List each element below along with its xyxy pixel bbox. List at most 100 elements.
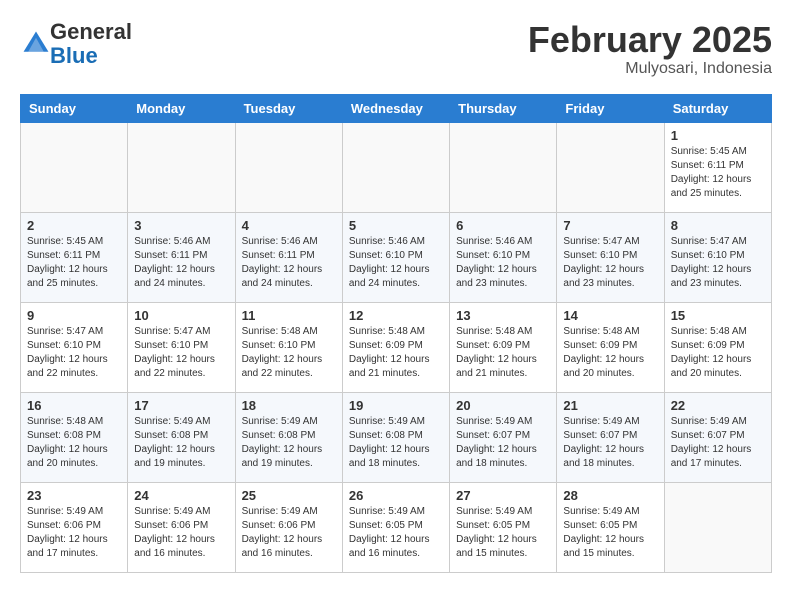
calendar-cell: 28 Sunrise: 5:49 AM Sunset: 6:05 PM Dayli… <box>557 482 664 572</box>
logo-blue-text: Blue <box>50 43 98 68</box>
day-info: Sunrise: 5:49 AM Sunset: 6:07 PM Dayligh… <box>456 415 550 471</box>
day-info: Sunrise: 5:47 AM Sunset: 6:10 PM Dayligh… <box>27 325 121 381</box>
day-info: Sunrise: 5:49 AM Sunset: 6:05 PM Dayligh… <box>349 505 443 561</box>
day-info: Sunrise: 5:49 AM Sunset: 6:08 PM Dayligh… <box>349 415 443 471</box>
month-title: February 2025 <box>528 20 772 60</box>
day-info: Sunrise: 5:48 AM Sunset: 6:09 PM Dayligh… <box>456 325 550 381</box>
day-info: Sunrise: 5:46 AM Sunset: 6:11 PM Dayligh… <box>134 235 228 291</box>
calendar-header-row: SundayMondayTuesdayWednesdayThursdayFrid… <box>21 94 772 122</box>
day-info: Sunrise: 5:48 AM Sunset: 6:09 PM Dayligh… <box>563 325 657 381</box>
day-info: Sunrise: 5:49 AM Sunset: 6:06 PM Dayligh… <box>242 505 336 561</box>
day-number: 23 <box>27 488 121 503</box>
day-number: 10 <box>134 308 228 323</box>
day-info: Sunrise: 5:46 AM Sunset: 6:11 PM Dayligh… <box>242 235 336 291</box>
day-info: Sunrise: 5:49 AM Sunset: 6:07 PM Dayligh… <box>563 415 657 471</box>
day-number: 25 <box>242 488 336 503</box>
day-number: 16 <box>27 398 121 413</box>
day-info: Sunrise: 5:49 AM Sunset: 6:05 PM Dayligh… <box>456 505 550 561</box>
day-header-tuesday: Tuesday <box>235 94 342 122</box>
logo-icon <box>22 30 50 58</box>
calendar-cell: 11 Sunrise: 5:48 AM Sunset: 6:10 PM Dayli… <box>235 302 342 392</box>
day-header-saturday: Saturday <box>664 94 771 122</box>
day-info: Sunrise: 5:46 AM Sunset: 6:10 PM Dayligh… <box>349 235 443 291</box>
day-number: 2 <box>27 218 121 233</box>
day-number: 8 <box>671 218 765 233</box>
day-number: 15 <box>671 308 765 323</box>
calendar-cell: 3 Sunrise: 5:46 AM Sunset: 6:11 PM Daylig… <box>128 212 235 302</box>
calendar-cell: 10 Sunrise: 5:47 AM Sunset: 6:10 PM Dayli… <box>128 302 235 392</box>
day-number: 4 <box>242 218 336 233</box>
calendar-week-4: 16 Sunrise: 5:48 AM Sunset: 6:08 PM Dayli… <box>21 392 772 482</box>
calendar-cell <box>557 122 664 212</box>
day-info: Sunrise: 5:49 AM Sunset: 6:06 PM Dayligh… <box>27 505 121 561</box>
day-info: Sunrise: 5:47 AM Sunset: 6:10 PM Dayligh… <box>563 235 657 291</box>
calendar-table: SundayMondayTuesdayWednesdayThursdayFrid… <box>20 94 772 573</box>
logo-general-text: General <box>50 19 132 44</box>
day-info: Sunrise: 5:49 AM Sunset: 6:08 PM Dayligh… <box>134 415 228 471</box>
calendar-cell: 27 Sunrise: 5:49 AM Sunset: 6:05 PM Dayli… <box>450 482 557 572</box>
calendar-cell: 12 Sunrise: 5:48 AM Sunset: 6:09 PM Dayli… <box>342 302 449 392</box>
calendar-cell: 8 Sunrise: 5:47 AM Sunset: 6:10 PM Daylig… <box>664 212 771 302</box>
calendar-cell: 25 Sunrise: 5:49 AM Sunset: 6:06 PM Dayli… <box>235 482 342 572</box>
day-number: 27 <box>456 488 550 503</box>
calendar-week-5: 23 Sunrise: 5:49 AM Sunset: 6:06 PM Dayli… <box>21 482 772 572</box>
calendar-cell: 6Sunrise: 5:46 AM Sunset: 6:10 PM Daylig… <box>450 212 557 302</box>
day-info: Sunrise: 5:48 AM Sunset: 6:09 PM Dayligh… <box>671 325 765 381</box>
calendar-week-2: 2 Sunrise: 5:45 AM Sunset: 6:11 PM Daylig… <box>21 212 772 302</box>
day-info: Sunrise: 5:47 AM Sunset: 6:10 PM Dayligh… <box>134 325 228 381</box>
page-header: General Blue February 2025 Mulyosari, In… <box>20 20 772 78</box>
calendar-cell: 23 Sunrise: 5:49 AM Sunset: 6:06 PM Dayli… <box>21 482 128 572</box>
day-number: 9 <box>27 308 121 323</box>
calendar-cell <box>235 122 342 212</box>
day-number: 13 <box>456 308 550 323</box>
day-header-friday: Friday <box>557 94 664 122</box>
calendar-cell: 24 Sunrise: 5:49 AM Sunset: 6:06 PM Dayli… <box>128 482 235 572</box>
day-header-monday: Monday <box>128 94 235 122</box>
day-info: Sunrise: 5:48 AM Sunset: 6:10 PM Dayligh… <box>242 325 336 381</box>
day-info: Sunrise: 5:45 AM Sunset: 6:11 PM Dayligh… <box>671 145 765 201</box>
day-number: 11 <box>242 308 336 323</box>
calendar-cell: 16 Sunrise: 5:48 AM Sunset: 6:08 PM Dayli… <box>21 392 128 482</box>
day-number: 28 <box>563 488 657 503</box>
day-info: Sunrise: 5:49 AM Sunset: 6:06 PM Dayligh… <box>134 505 228 561</box>
day-number: 12 <box>349 308 443 323</box>
calendar-cell: 1 Sunrise: 5:45 AM Sunset: 6:11 PM Daylig… <box>664 122 771 212</box>
day-info: Sunrise: 5:49 AM Sunset: 6:08 PM Dayligh… <box>242 415 336 471</box>
location-text: Mulyosari, Indonesia <box>528 60 772 78</box>
day-header-wednesday: Wednesday <box>342 94 449 122</box>
calendar-cell: 7 Sunrise: 5:47 AM Sunset: 6:10 PM Daylig… <box>557 212 664 302</box>
calendar-cell: 5Sunrise: 5:46 AM Sunset: 6:10 PM Daylig… <box>342 212 449 302</box>
day-number: 19 <box>349 398 443 413</box>
day-info: Sunrise: 5:48 AM Sunset: 6:09 PM Dayligh… <box>349 325 443 381</box>
day-info: Sunrise: 5:46 AM Sunset: 6:10 PM Dayligh… <box>456 235 550 291</box>
day-header-thursday: Thursday <box>450 94 557 122</box>
day-info: Sunrise: 5:48 AM Sunset: 6:08 PM Dayligh… <box>27 415 121 471</box>
day-info: Sunrise: 5:49 AM Sunset: 6:05 PM Dayligh… <box>563 505 657 561</box>
calendar-cell: 15 Sunrise: 5:48 AM Sunset: 6:09 PM Dayli… <box>664 302 771 392</box>
calendar-cell <box>21 122 128 212</box>
day-number: 24 <box>134 488 228 503</box>
calendar-cell: 18Sunrise: 5:49 AM Sunset: 6:08 PM Dayli… <box>235 392 342 482</box>
day-info: Sunrise: 5:49 AM Sunset: 6:07 PM Dayligh… <box>671 415 765 471</box>
calendar-cell: 14 Sunrise: 5:48 AM Sunset: 6:09 PM Dayli… <box>557 302 664 392</box>
calendar-week-1: 1 Sunrise: 5:45 AM Sunset: 6:11 PM Daylig… <box>21 122 772 212</box>
calendar-cell <box>342 122 449 212</box>
logo: General Blue <box>20 20 132 68</box>
day-number: 14 <box>563 308 657 323</box>
calendar-cell: 17Sunrise: 5:49 AM Sunset: 6:08 PM Dayli… <box>128 392 235 482</box>
calendar-cell: 4 Sunrise: 5:46 AM Sunset: 6:11 PM Daylig… <box>235 212 342 302</box>
calendar-cell: 20 Sunrise: 5:49 AM Sunset: 6:07 PM Dayli… <box>450 392 557 482</box>
day-number: 3 <box>134 218 228 233</box>
day-number: 26 <box>349 488 443 503</box>
day-number: 20 <box>456 398 550 413</box>
calendar-cell <box>664 482 771 572</box>
calendar-cell: 13 Sunrise: 5:48 AM Sunset: 6:09 PM Dayli… <box>450 302 557 392</box>
day-info: Sunrise: 5:45 AM Sunset: 6:11 PM Dayligh… <box>27 235 121 291</box>
day-number: 7 <box>563 218 657 233</box>
day-number: 1 <box>671 128 765 143</box>
day-info: Sunrise: 5:47 AM Sunset: 6:10 PM Dayligh… <box>671 235 765 291</box>
day-number: 21 <box>563 398 657 413</box>
calendar-cell: 21 Sunrise: 5:49 AM Sunset: 6:07 PM Dayli… <box>557 392 664 482</box>
calendar-cell <box>450 122 557 212</box>
day-header-sunday: Sunday <box>21 94 128 122</box>
